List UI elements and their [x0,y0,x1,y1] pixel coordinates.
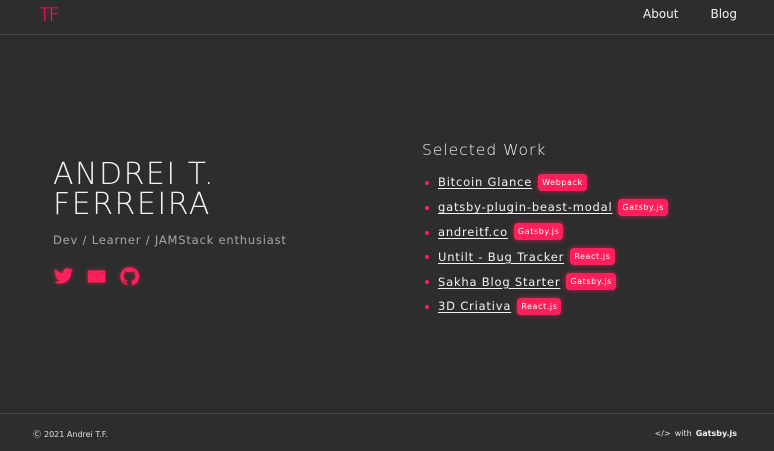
work-link-sakha-blog-starter[interactable]: Sakha Blog Starter [438,275,560,289]
built-with-prefix: with [674,429,692,438]
list-item: 3D Criativa React.js [424,294,668,319]
list-item: Sakha Blog Starter Gatsby.js [424,269,668,294]
tech-badge: Gatsby.js [618,198,668,216]
tech-badge: Webpack [538,173,587,191]
work-link-bitcoin-glance[interactable]: Bitcoin Glance [438,175,532,189]
work-link-3d-criativa[interactable]: 3D Criativa [438,299,511,313]
main-nav: About Blog [643,7,737,21]
hero-tagline: Dev / Learner / JAMStack enthusiast [53,233,287,247]
selected-work-list: Bitcoin Glance Webpack gatsby-plugin-bea… [424,170,668,319]
email-icon[interactable] [86,266,107,287]
list-item: andreitf.co Gatsby.js [424,220,668,245]
tech-badge: Gatsby.js [513,223,564,241]
tech-badge: React.js [570,248,615,266]
github-icon[interactable] [119,266,140,287]
social-links [53,266,140,287]
nav-about-link[interactable]: About [643,7,678,21]
hero-name-line1: ANDREI T. [53,157,216,192]
hero-name-line2: FERREIRA [53,187,211,222]
tech-badge: React.js [517,297,562,315]
list-item: gatsby-plugin-beast-modal Gatsby.js [424,195,668,220]
hero-name: ANDREI T. FERREIRA [53,160,215,220]
code-icon: </> [654,429,671,438]
work-link-andreitf[interactable]: andreitf.co [438,225,508,239]
site-footer: Ⓒ 2021 Andrei T.F. </> with Gatsby.js [0,413,774,451]
work-link-gatsby-plugin-beast-modal[interactable]: gatsby-plugin-beast-modal [438,200,612,214]
copyright-text: 2021 Andrei T.F. [44,430,108,439]
work-link-untilt[interactable]: Untilt - Bug Tracker [438,250,564,264]
list-item: Bitcoin Glance Webpack [424,170,668,195]
built-with: </> with Gatsby.js [655,429,737,438]
nav-blog-link[interactable]: Blog [710,7,737,21]
list-item: Untilt - Bug Tracker React.js [424,244,668,269]
copyright: Ⓒ 2021 Andrei T.F. [33,429,108,440]
built-with-tool-link[interactable]: Gatsby.js [696,429,737,438]
tech-badge: Gatsby.js [566,273,616,291]
page: TF About Blog ANDREI T. FERREIRA Dev / L… [0,0,774,451]
selected-work-title: Selected Work [422,141,547,159]
twitter-icon[interactable] [53,266,74,287]
site-logo[interactable]: TF [39,4,59,26]
site-header: TF About Blog [0,0,774,35]
copyright-icon: Ⓒ [33,430,41,439]
